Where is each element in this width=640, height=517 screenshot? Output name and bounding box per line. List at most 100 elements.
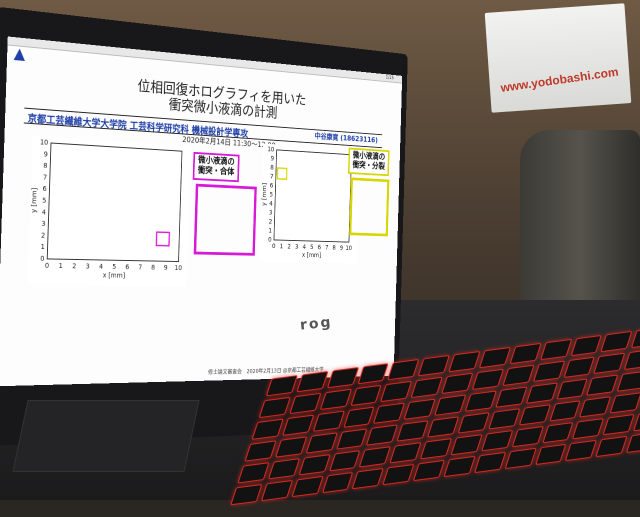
keyboard-key[interactable] bbox=[389, 442, 422, 464]
y-tick-label: 5 bbox=[42, 197, 46, 205]
keyboard-key[interactable] bbox=[289, 392, 322, 415]
keyboard-key[interactable] bbox=[359, 446, 392, 468]
keyboard-key[interactable] bbox=[448, 350, 481, 373]
keyboard-key[interactable] bbox=[480, 430, 514, 452]
keyboard-key[interactable] bbox=[478, 346, 511, 369]
keyboard-key[interactable] bbox=[511, 426, 544, 448]
x-tick-label: 2 bbox=[287, 243, 291, 250]
keyboard-key[interactable] bbox=[296, 371, 329, 393]
x-axis-label: x [mm] bbox=[302, 251, 322, 259]
keyboard-key[interactable] bbox=[488, 408, 521, 430]
keyboard-key[interactable] bbox=[319, 388, 352, 411]
keyboard-key[interactable] bbox=[471, 368, 504, 391]
keyboard-key[interactable] bbox=[616, 370, 640, 392]
keyboard-key[interactable] bbox=[427, 416, 460, 438]
keyboard-key[interactable] bbox=[380, 380, 413, 403]
keyboard-key[interactable] bbox=[579, 396, 612, 418]
keyboard-key[interactable] bbox=[373, 402, 406, 424]
keyboard-key[interactable] bbox=[539, 338, 572, 361]
y-tick-label: 2 bbox=[41, 231, 45, 239]
keyboard-key[interactable] bbox=[556, 378, 589, 400]
y-tick-label: 0 bbox=[40, 255, 44, 263]
keyboard-key[interactable] bbox=[509, 342, 542, 365]
keyboard-key[interactable] bbox=[595, 435, 628, 458]
keyboard-key[interactable] bbox=[312, 410, 345, 432]
keyboard-key[interactable] bbox=[412, 459, 446, 482]
keyboard-key[interactable] bbox=[274, 436, 307, 458]
y-tick-label: 2 bbox=[269, 218, 273, 226]
page-number: 1/15 bbox=[385, 75, 394, 82]
keyboard-key[interactable] bbox=[357, 363, 390, 385]
keyboard-key[interactable] bbox=[335, 428, 368, 450]
y-axis-label: y [mm] bbox=[30, 187, 38, 213]
keyboard-key[interactable] bbox=[565, 439, 598, 462]
keyboard-key[interactable] bbox=[291, 475, 324, 498]
keyboard-key[interactable] bbox=[450, 434, 483, 456]
keyboard-key[interactable] bbox=[570, 334, 603, 357]
keyboard-key[interactable] bbox=[572, 418, 605, 440]
keyboard-key[interactable] bbox=[633, 409, 640, 432]
keyboard-key[interactable] bbox=[251, 418, 284, 440]
keyboard-key[interactable] bbox=[532, 360, 565, 382]
keyboard-key[interactable] bbox=[260, 479, 293, 502]
keyboard-key[interactable] bbox=[265, 375, 298, 397]
keyboard-key[interactable] bbox=[237, 462, 270, 484]
keyboard-key[interactable] bbox=[602, 414, 635, 436]
keyboard-key[interactable] bbox=[366, 424, 399, 446]
keyboard-key[interactable] bbox=[349, 384, 383, 407]
keyboard-key[interactable] bbox=[626, 431, 640, 454]
keyboard-key[interactable] bbox=[473, 451, 506, 474]
keyboard-key[interactable] bbox=[326, 367, 359, 389]
keyboard-key[interactable] bbox=[298, 454, 331, 476]
x-tick-label: 10 bbox=[174, 264, 182, 272]
keyboard-key[interactable] bbox=[624, 348, 640, 370]
hologram-frame-merge bbox=[193, 183, 257, 256]
x-tick-label: 8 bbox=[151, 264, 155, 272]
university-logo-icon bbox=[13, 48, 26, 62]
keyboard-key[interactable] bbox=[387, 358, 420, 381]
keyboard-key[interactable] bbox=[396, 420, 429, 442]
keyboard-key[interactable] bbox=[502, 364, 535, 386]
keyboard-key[interactable] bbox=[321, 471, 354, 494]
keyboard-key[interactable] bbox=[495, 386, 528, 408]
keyboard-key[interactable] bbox=[600, 330, 633, 353]
keyboard-key[interactable] bbox=[609, 392, 640, 414]
keyboard-key[interactable] bbox=[457, 412, 490, 434]
keyboard-key[interactable] bbox=[586, 374, 619, 396]
keyboard-key[interactable] bbox=[441, 372, 474, 395]
keyboard-key[interactable] bbox=[504, 447, 537, 470]
keyboard-key[interactable] bbox=[525, 382, 558, 404]
keyboard-key[interactable] bbox=[244, 440, 277, 462]
hologram-frame-split bbox=[349, 177, 390, 237]
keyboard-key[interactable] bbox=[352, 467, 385, 490]
keyboard-key[interactable] bbox=[342, 406, 375, 428]
keyboard-key[interactable] bbox=[420, 438, 453, 460]
keyboard-key[interactable] bbox=[434, 394, 467, 416]
keyboard-key[interactable] bbox=[281, 414, 315, 436]
keyboard-key[interactable] bbox=[464, 390, 497, 412]
laptop-brand-logo: rog bbox=[299, 314, 334, 334]
keyboard-key[interactable] bbox=[548, 400, 582, 422]
keyboard-key[interactable] bbox=[563, 356, 596, 378]
keyboard-key[interactable] bbox=[230, 483, 263, 506]
keyboard-key[interactable] bbox=[403, 398, 436, 420]
x-tick-label: 4 bbox=[99, 263, 103, 271]
keyboard-key[interactable] bbox=[631, 326, 640, 349]
keyboard-key[interactable] bbox=[443, 455, 476, 478]
x-tick-label: 3 bbox=[86, 262, 90, 270]
keyboard-key[interactable] bbox=[258, 396, 291, 419]
keyboard-key[interactable] bbox=[534, 443, 567, 466]
keyboard-key[interactable] bbox=[328, 450, 361, 472]
y-tick-label: 8 bbox=[270, 164, 274, 172]
keyboard-key[interactable] bbox=[382, 463, 415, 486]
author: 中谷康寛 (18623116) bbox=[314, 131, 378, 145]
keyboard-key[interactable] bbox=[305, 432, 338, 454]
keyboard-key[interactable] bbox=[417, 354, 451, 377]
keyboard-key[interactable] bbox=[518, 404, 551, 426]
keyboard-key[interactable] bbox=[541, 422, 574, 444]
keyboard-key[interactable] bbox=[593, 352, 626, 374]
keyboard-key[interactable] bbox=[410, 376, 443, 399]
keyboard-key[interactable] bbox=[267, 458, 300, 480]
x-tick-label: 6 bbox=[125, 263, 129, 271]
x-tick-label: 2 bbox=[72, 262, 76, 270]
